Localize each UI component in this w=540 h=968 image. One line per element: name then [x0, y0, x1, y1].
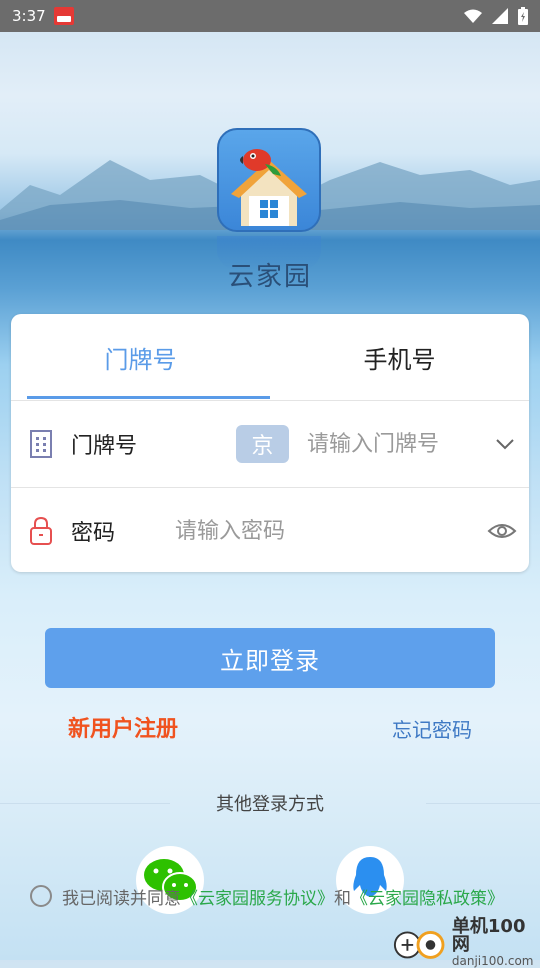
login-tabs: 门牌号 手机号 [11, 314, 529, 400]
status-bar: 3:37 [0, 0, 540, 32]
status-right [464, 7, 528, 25]
agree-radio[interactable] [30, 885, 52, 907]
tab-door-number[interactable]: 门牌号 [11, 314, 270, 400]
password-row: 密码 [11, 488, 529, 574]
watermark-url: danji100.com [451, 954, 534, 968]
watermark-text: 单机100网 danji100.com [452, 918, 540, 968]
watermark: 单机100网 danji100.com [392, 918, 540, 968]
privacy-policy-link[interactable]: 《云家园隐私政策》 [351, 884, 504, 909]
lock-icon [30, 516, 52, 545]
status-time: 3:37 [12, 7, 46, 25]
password-label: 密码 [71, 521, 116, 546]
signal-icon [492, 8, 508, 24]
app-name: 云家园 [227, 262, 312, 292]
battery-icon [518, 7, 528, 25]
active-tab-indicator [27, 396, 270, 399]
chevron-down-icon[interactable] [493, 432, 517, 456]
tab-phone-number[interactable]: 手机号 [270, 314, 529, 400]
register-link[interactable]: 新用户注册 [68, 711, 178, 743]
agreement-prefix: 我已阅读并同意 [62, 888, 181, 909]
password-input[interactable] [173, 510, 477, 552]
app-logo [217, 128, 323, 234]
notification-icon [53, 7, 74, 25]
status-left: 3:37 [12, 7, 74, 25]
building-icon [30, 430, 52, 458]
door-number-input[interactable] [305, 423, 489, 465]
login-button[interactable]: 立即登录 [45, 628, 495, 688]
login-card: 门牌号 手机号 门牌号 京 密码 [11, 314, 529, 572]
watermark-title: 单机100网 [451, 916, 526, 955]
service-agreement-link[interactable]: 《云家园服务协议》 [181, 884, 334, 909]
forgot-password-link[interactable]: 忘记密码 [392, 714, 472, 743]
door-number-label: 门牌号 [71, 434, 138, 459]
divider-right [426, 803, 540, 804]
parrot-house-icon [231, 149, 307, 226]
door-number-row: 门牌号 京 [11, 401, 529, 487]
plate-prefix-select[interactable]: 京 [236, 425, 289, 463]
agreement-row: 我已阅读并同意 《云家园服务协议》 和 《云家园隐私政策》 [30, 882, 504, 910]
agreement-connector: 和 [334, 888, 351, 909]
eye-icon[interactable] [487, 519, 517, 543]
watermark-logo-icon [393, 930, 445, 959]
app-logo-box [217, 128, 321, 232]
wifi-icon [464, 9, 482, 23]
